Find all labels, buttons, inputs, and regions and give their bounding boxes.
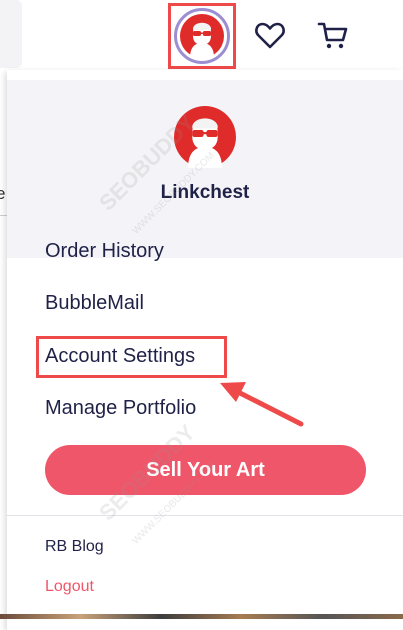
user-avatar-button[interactable] — [168, 3, 236, 69]
cart-icon[interactable] — [316, 18, 350, 52]
user-avatar-icon[interactable] — [174, 106, 236, 168]
heart-icon[interactable] — [253, 18, 287, 52]
dropdown-profile-header: Linkchest — [7, 80, 403, 258]
account-dropdown: Linkchest Order History BubbleMail Accou… — [7, 70, 403, 630]
menu-item-bubblemail[interactable]: BubbleMail — [45, 292, 144, 315]
search-box-edge[interactable] — [0, 0, 22, 68]
menu-item-order-history[interactable]: Order History — [45, 240, 164, 263]
menu-divider — [7, 515, 403, 516]
sell-your-art-button[interactable]: Sell Your Art — [45, 445, 366, 495]
menu-item-manage-portfolio[interactable]: Manage Portfolio — [45, 397, 196, 420]
logout-link[interactable]: Logout — [45, 578, 94, 596]
page-partial-text: e — [0, 184, 6, 203]
rb-blog-link[interactable]: RB Blog — [45, 538, 104, 556]
top-navigation-bar — [0, 0, 403, 70]
menu-item-account-settings[interactable]: Account Settings — [45, 345, 195, 368]
avatar-ring — [174, 8, 230, 64]
user-avatar-icon — [180, 14, 224, 58]
profile-username[interactable]: Linkchest — [7, 182, 403, 204]
page-bottom-image-strip — [0, 614, 403, 619]
